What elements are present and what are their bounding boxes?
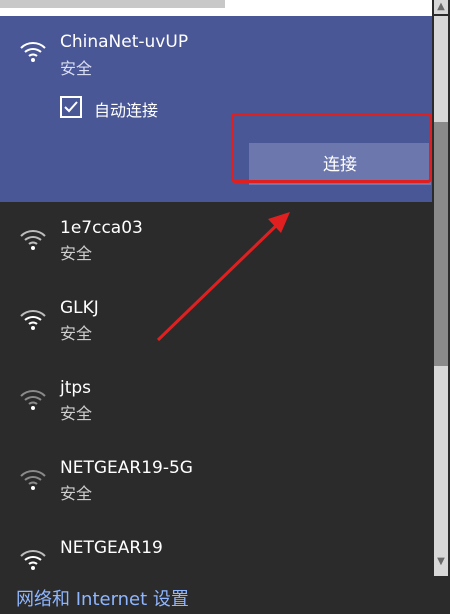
top-strip-segment	[0, 0, 225, 8]
auto-connect-label: 自动连接	[94, 101, 159, 120]
wifi-icon	[20, 230, 46, 250]
footer: 网络和 Internet 设置	[0, 578, 432, 614]
wifi-icon	[20, 390, 46, 410]
network-security: 安全	[60, 324, 93, 343]
network-name: jtps	[60, 378, 92, 398]
network-security: 安全	[60, 244, 93, 263]
wifi-icon	[20, 550, 46, 570]
network-name: NETGEAR19-5G	[60, 458, 193, 478]
network-security: 安全	[60, 59, 93, 78]
connect-button[interactable]: 连接	[249, 143, 431, 185]
selected-network-item[interactable]: ChinaNet-uvUP 安全 自动连接 连接	[0, 16, 432, 202]
network-item[interactable]: jtps 安全	[0, 366, 432, 446]
wifi-icon	[20, 470, 46, 490]
network-name: NETGEAR19	[60, 538, 163, 558]
top-strip	[0, 0, 450, 16]
network-name: 1e7cca03	[60, 218, 143, 238]
wifi-icon	[20, 42, 46, 62]
network-item[interactable]: GLKJ 安全	[0, 286, 432, 366]
network-security: 安全	[60, 484, 93, 503]
network-item[interactable]: NETGEAR19-5G 安全	[0, 446, 432, 526]
wifi-network-list: ChinaNet-uvUP 安全 自动连接 连接 1e7cca03 安全 GLK…	[0, 16, 432, 614]
auto-connect-checkbox[interactable]	[60, 96, 82, 118]
scrollbar-thumb[interactable]	[434, 122, 448, 366]
network-item[interactable]: 1e7cca03 安全	[0, 206, 432, 286]
network-settings-link[interactable]: 网络和 Internet 设置	[16, 585, 189, 611]
wifi-icon	[20, 310, 46, 330]
scroll-down-arrow[interactable]: ▼	[434, 555, 448, 569]
check-icon	[64, 101, 78, 113]
scroll-up-arrow[interactable]: ▲	[434, 0, 448, 14]
network-name: GLKJ	[60, 298, 99, 318]
network-name: ChinaNet-uvUP	[60, 32, 189, 52]
network-security: 安全	[60, 404, 93, 423]
